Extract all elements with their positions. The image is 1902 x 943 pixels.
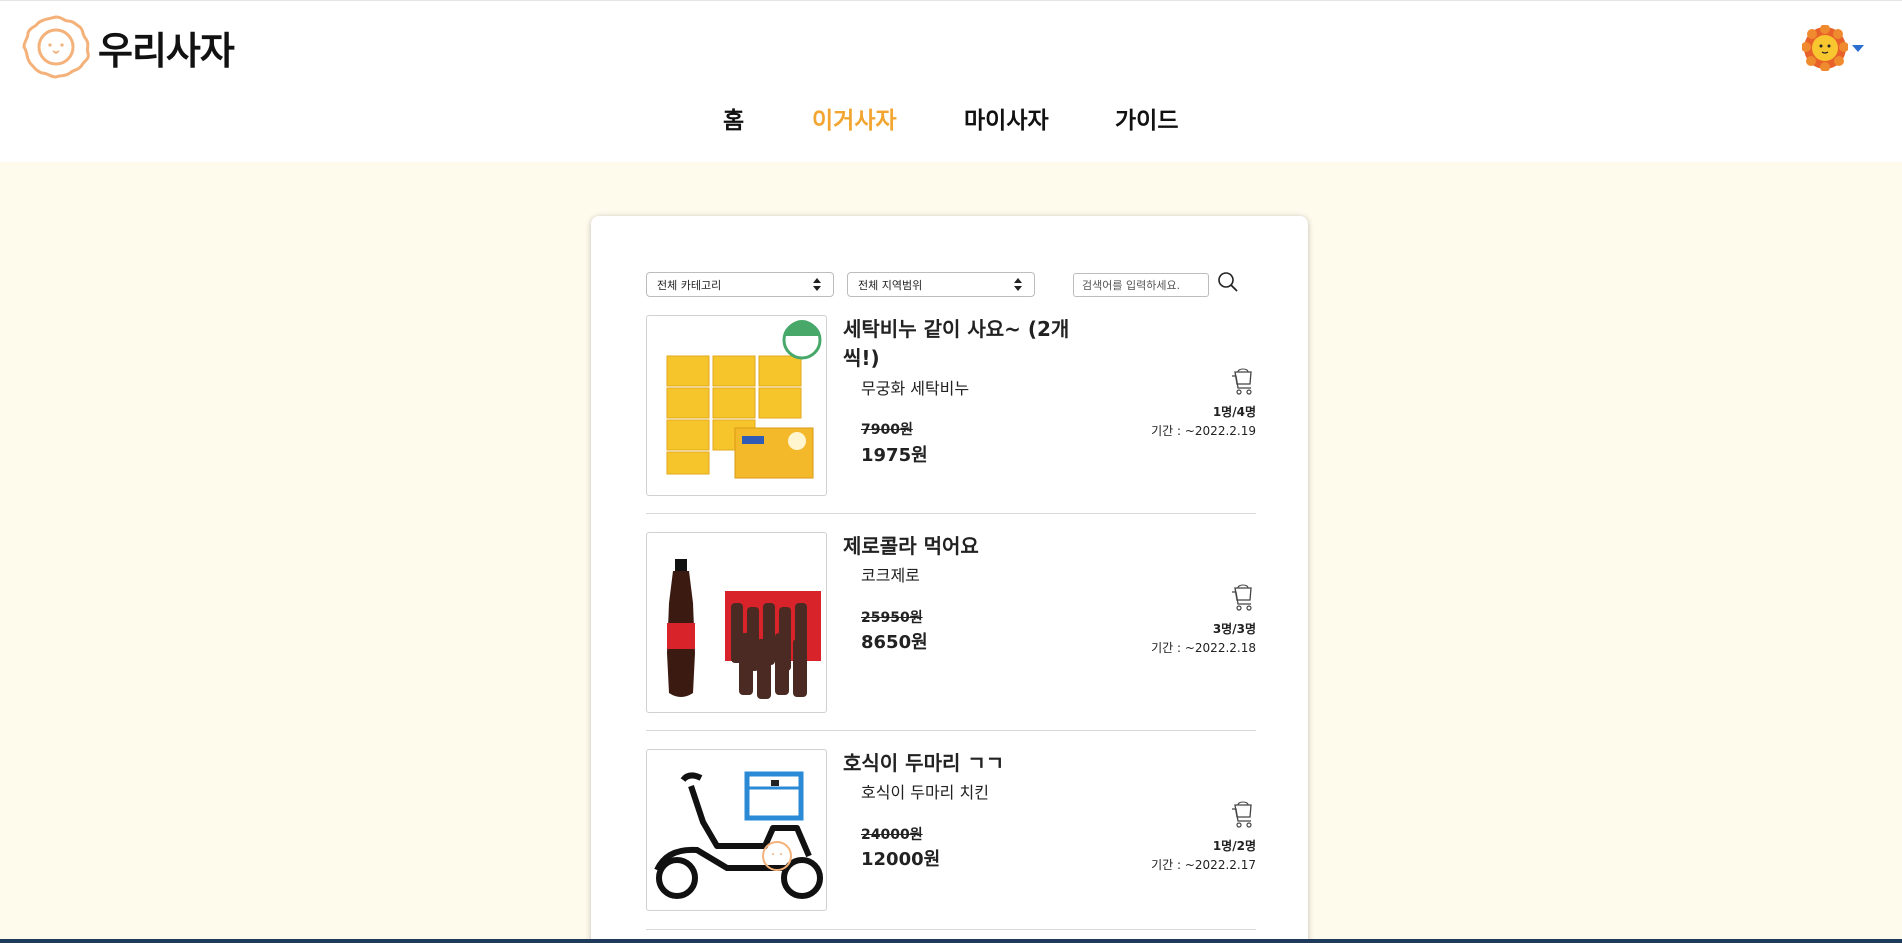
item-period: 기간 : ~2022.2.18 xyxy=(1151,641,1256,655)
item-original-price: 25950원 xyxy=(861,610,923,626)
item-list: 세탁비누 같이 사요~ (2개씩!) 무궁화 세탁비누 7900원 1975원 … xyxy=(646,315,1256,930)
item-participants: 3명/3명 xyxy=(1212,622,1256,636)
region-select-value: 전체 지역범위 xyxy=(858,278,923,292)
lion-avatar-icon xyxy=(1802,25,1848,71)
item-price: 8650원 xyxy=(861,632,928,653)
lion-logo-icon xyxy=(22,15,90,79)
region-select[interactable]: 전체 지역범위 xyxy=(847,272,1035,297)
shopping-cart-icon xyxy=(1232,801,1252,828)
item-participants: 1명/4명 xyxy=(1212,405,1256,419)
brand-name: 우리사자 xyxy=(98,28,235,73)
item-product: 호식이 두마리 치킨 xyxy=(861,783,989,802)
laundry-soap-image xyxy=(646,315,827,496)
item-original-price: 7900원 xyxy=(861,422,913,438)
chevron-down-icon xyxy=(1852,44,1864,52)
item-participants: 1명/2명 xyxy=(1212,839,1256,853)
item-price: 1975원 xyxy=(861,445,928,466)
item-price: 12000원 xyxy=(861,849,941,870)
sort-arrows-icon xyxy=(1014,278,1022,292)
item-title: 호식이 두마리 ㄱㄱ xyxy=(843,751,1005,775)
header: 우리사자 홈 이거사자 마이사자 가이드 xyxy=(0,0,1902,162)
user-menu[interactable] xyxy=(1802,25,1864,71)
list-item[interactable]: 호식이 두마리 ㄱㄱ 호식이 두마리 치킨 24000원 12000원 1명/2… xyxy=(646,731,1256,930)
nav-my-page[interactable]: 마이사자 xyxy=(964,101,1049,135)
item-title: 세탁비누 같이 사요~ (2개씩!) xyxy=(843,317,1070,370)
item-product: 무궁화 세탁비누 xyxy=(861,379,970,398)
item-title: 제로콜라 먹어요 xyxy=(843,534,979,558)
item-product: 코크제로 xyxy=(861,566,920,585)
list-item[interactable]: 제로콜라 먹어요 코크제로 25950원 8650원 3명/3명 기간 : ~2… xyxy=(646,514,1256,731)
nav-buy-this[interactable]: 이거사자 xyxy=(812,101,897,135)
search-icon[interactable] xyxy=(1216,270,1240,294)
item-period: 기간 : ~2022.2.19 xyxy=(1151,424,1256,438)
nav-home[interactable]: 홈 xyxy=(723,101,744,135)
shopping-cart-icon xyxy=(1232,584,1252,611)
logo[interactable]: 우리사자 xyxy=(20,13,235,81)
category-select[interactable]: 전체 카테고리 xyxy=(646,272,834,297)
delivery-scooter-image xyxy=(646,749,827,911)
nav-guide[interactable]: 가이드 xyxy=(1115,101,1178,135)
taskbar-edge xyxy=(0,939,1902,943)
list-item[interactable]: 세탁비누 같이 사요~ (2개씩!) 무궁화 세탁비누 7900원 1975원 … xyxy=(646,315,1256,514)
item-original-price: 24000원 xyxy=(861,827,923,843)
search-input[interactable] xyxy=(1073,273,1209,297)
sort-arrows-icon xyxy=(813,278,821,292)
filter-bar: 전체 카테고리 전체 지역범위 xyxy=(646,272,1256,298)
shopping-cart-icon xyxy=(1232,368,1252,395)
listing-panel: 전체 카테고리 전체 지역범위 검색어를 입력하세요. 세탁비누 같이 사요~ … xyxy=(591,216,1308,943)
category-select-value: 전체 카테고리 xyxy=(657,278,722,292)
cola-bottles-image xyxy=(646,532,827,713)
item-period: 기간 : ~2022.2.17 xyxy=(1151,858,1256,872)
